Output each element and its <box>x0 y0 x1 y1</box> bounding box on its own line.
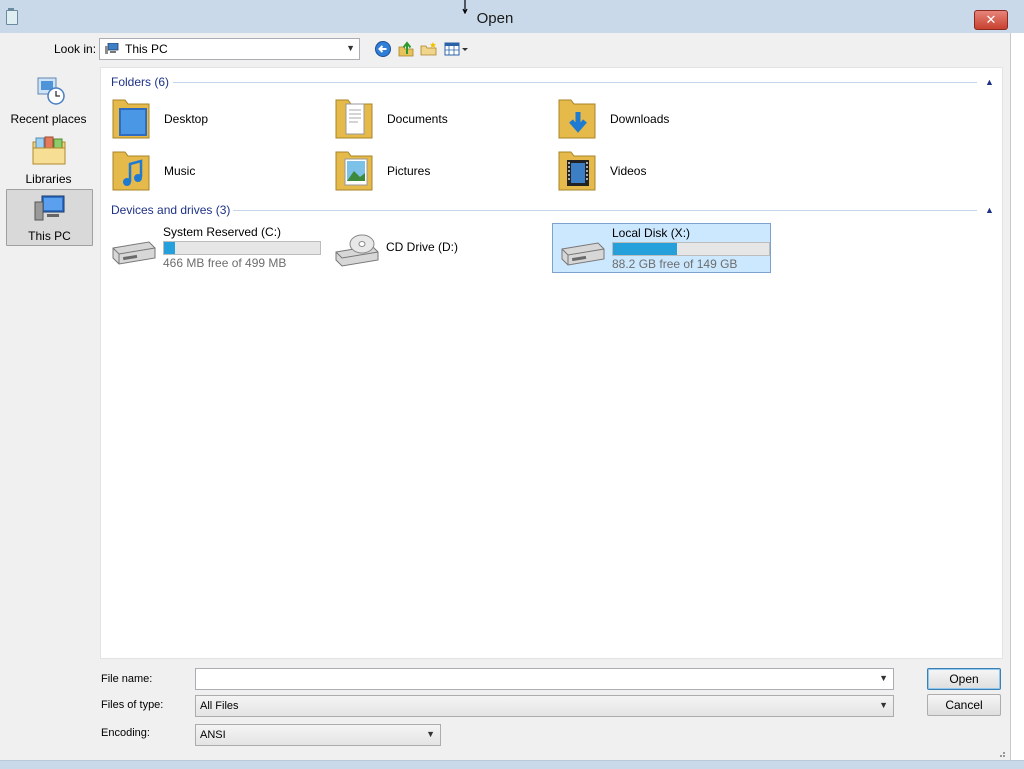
new-folder-icon[interactable] <box>420 40 438 58</box>
file-name-label: File name: <box>101 673 153 685</box>
look-in-label: Look in: <box>54 42 97 56</box>
hard-drive-icon <box>112 241 156 265</box>
desktop-folder-icon <box>112 99 150 139</box>
chevron-down-icon: ▼ <box>346 43 355 53</box>
file-view-pane[interactable]: Folders (6) ▲ Desktop Documents Download… <box>100 67 1003 659</box>
chevron-down-icon: ▼ <box>879 700 888 710</box>
sidebar-item-label: Recent places <box>10 112 87 126</box>
open-button[interactable]: Open <box>927 668 1001 690</box>
window-edge <box>1010 33 1024 768</box>
drive-free-space: 466 MB free of 499 MB <box>163 256 287 270</box>
drive-usage-fill <box>613 243 677 255</box>
folder-videos[interactable]: Videos <box>550 146 750 196</box>
documents-folder-icon <box>335 99 373 139</box>
window-title: Open <box>476 10 514 27</box>
open-dialog: Open ✕ Look in: This PC ▼ Recent places … <box>0 0 1024 769</box>
collapse-folders-icon[interactable]: ▲ <box>985 77 994 87</box>
up-folder-icon[interactable] <box>397 40 415 58</box>
recent-places-icon <box>37 77 65 105</box>
videos-folder-icon <box>558 151 596 191</box>
folder-name: Documents <box>387 112 448 126</box>
collapse-drives-icon[interactable]: ▲ <box>985 205 994 215</box>
folder-name: Music <box>164 164 196 178</box>
sidebar-item-this-pc[interactable]: This PC <box>6 189 93 246</box>
hard-drive-icon <box>561 242 605 266</box>
drive-usage-bar <box>163 241 321 255</box>
drive-local-disk-x[interactable]: Local Disk (X:) 88.2 GB free of 149 GB <box>552 223 771 273</box>
places-sidebar: Recent places Libraries This PC <box>0 66 97 256</box>
cancel-button[interactable]: Cancel <box>927 694 1001 716</box>
sidebar-item-label: Libraries <box>25 172 72 186</box>
title-bar[interactable]: Open ✕ <box>0 0 1024 34</box>
group-divider <box>173 82 977 83</box>
encoding-label: Encoding: <box>101 727 150 739</box>
computer-icon <box>105 43 119 54</box>
drive-name: System Reserved (C:) <box>163 225 282 239</box>
computer-icon <box>34 195 65 221</box>
music-folder-icon <box>112 151 150 191</box>
chevron-down-icon[interactable]: ▼ <box>879 673 888 683</box>
drive-system-reserved[interactable]: System Reserved (C:) 466 MB free of 499 … <box>104 223 324 271</box>
folder-desktop[interactable]: Desktop <box>104 94 304 144</box>
downloads-folder-icon <box>558 99 596 139</box>
look-in-dropdown[interactable]: This PC ▼ <box>99 38 360 60</box>
folder-music[interactable]: Music <box>104 146 304 196</box>
drive-usage-fill <box>164 242 175 254</box>
drive-usage-bar <box>612 242 770 256</box>
files-of-type-select[interactable]: All Files ▼ <box>195 695 894 717</box>
folder-name: Desktop <box>164 112 209 126</box>
folder-name: Downloads <box>610 112 670 126</box>
folder-downloads[interactable]: Downloads <box>550 94 750 144</box>
folder-documents[interactable]: Documents <box>327 94 527 144</box>
files-of-type-value: All Files <box>200 700 239 712</box>
sidebar-item-libraries[interactable]: Libraries <box>6 132 91 188</box>
file-name-combo[interactable]: ▼ <box>195 668 894 690</box>
sidebar-item-label: This PC <box>28 229 71 243</box>
close-button[interactable]: ✕ <box>974 10 1008 30</box>
drive-cd[interactable]: CD Drive (D:) <box>327 223 547 271</box>
files-of-type-label: Files of type: <box>101 699 164 711</box>
encoding-value: ANSI <box>200 729 226 741</box>
resize-grip-icon[interactable] <box>996 748 1006 758</box>
folders-group-header[interactable]: Folders (6) <box>111 75 169 91</box>
pictures-folder-icon <box>335 151 373 191</box>
encoding-select[interactable]: ANSI ▼ <box>195 724 441 746</box>
view-menu-icon[interactable] <box>444 40 470 58</box>
file-name-input[interactable] <box>198 670 872 688</box>
chevron-down-icon: ▼ <box>426 729 435 739</box>
folder-pictures[interactable]: Pictures <box>327 146 527 196</box>
group-divider <box>233 210 977 211</box>
drive-name: Local Disk (X:) <box>612 226 691 240</box>
back-icon[interactable] <box>374 40 392 58</box>
drive-name: CD Drive (D:) <box>386 240 458 254</box>
folder-name: Videos <box>610 164 647 178</box>
folder-name: Pictures <box>387 164 431 178</box>
look-in-value: This PC <box>125 42 168 56</box>
drives-group-header[interactable]: Devices and drives (3) <box>111 203 230 219</box>
drive-free-space: 88.2 GB free of 149 GB <box>612 257 738 271</box>
cd-drive-icon <box>335 234 379 267</box>
sidebar-item-recent-places[interactable]: Recent places <box>6 72 91 128</box>
libraries-icon <box>32 136 66 165</box>
